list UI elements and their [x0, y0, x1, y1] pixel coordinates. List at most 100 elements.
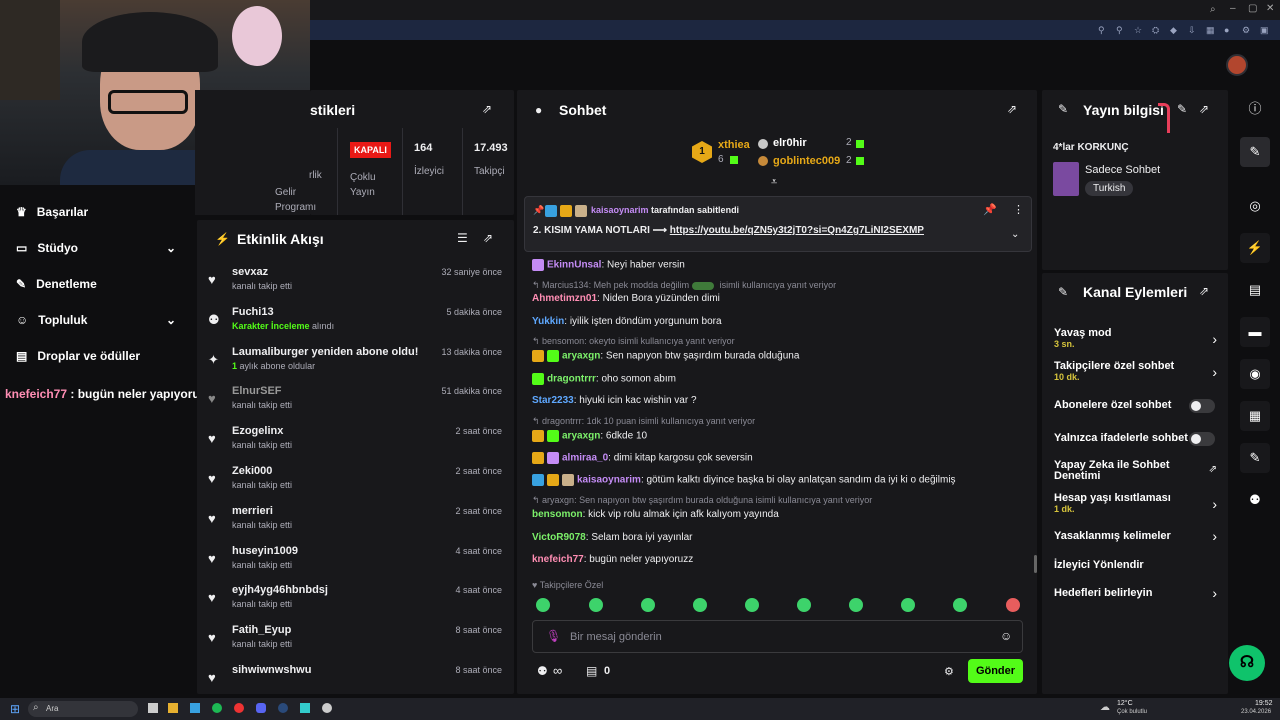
action-host-viewers[interactable]: İzleyici Yönlendir — [1054, 559, 1219, 573]
popout-icon[interactable]: ⇗ — [1007, 102, 1017, 116]
focus-icon[interactable]: ◎ — [1240, 191, 1270, 221]
browser-icon[interactable] — [234, 703, 244, 713]
chat-message[interactable]: bensomon: kick vip rolu almak için afk k… — [532, 509, 779, 520]
tag-chip[interactable]: Turkish — [1085, 181, 1134, 196]
activity-item[interactable]: ♥ Fatih_Eyup kanalı takip etti 8 saat önce — [208, 624, 508, 660]
taskview-icon[interactable] — [148, 703, 158, 713]
activity-item[interactable]: ✦ Laumaliburger yeniden abone oldu! 1 aylı… — [208, 346, 508, 382]
info-icon[interactable]: ⓘ — [1240, 94, 1270, 124]
reply-context[interactable]: ↰ bensomon: okeyto isimli kullanıcıya ya… — [532, 336, 735, 347]
chat-username[interactable]: aryaxgn — [562, 351, 600, 362]
collapse-icon[interactable]: ⩡ — [771, 176, 777, 189]
broadcast-icon[interactable]: ◉ — [1240, 359, 1270, 389]
app-icon[interactable] — [190, 703, 200, 713]
chat-message[interactable]: Yukkin: iyilik işten döndüm yorgunum bor… — [532, 316, 722, 327]
action-ai-moderation[interactable]: Yapay Zeka ile Sohbet Denetimi ⇗ — [1054, 460, 1219, 484]
chat-username[interactable]: VictoR9078 — [532, 532, 586, 543]
menu-item-community[interactable]: ☺ Topluluk ⌄ — [16, 313, 176, 327]
edit-icon[interactable]: ✎ — [1240, 137, 1270, 167]
filter-icon[interactable]: ☰ — [457, 231, 468, 245]
chat-scrollbar[interactable] — [1034, 555, 1037, 573]
minimize-icon[interactable]: – — [1230, 3, 1236, 14]
bolt-icon[interactable]: ⚡ — [1240, 233, 1270, 263]
wrench-icon[interactable]: ✎ — [1240, 443, 1270, 473]
points-icon[interactable]: ⚉ — [537, 664, 548, 678]
chevron-down-icon[interactable]: ⌄ — [1011, 229, 1019, 240]
chat-message[interactable]: VictoR9078: Selam bora iyi yayınlar — [532, 532, 692, 543]
activity-item[interactable]: ♥ sevxaz kanalı takip etti 32 saniye önce — [208, 266, 508, 302]
chat-username[interactable]: knefeich77 — [532, 554, 584, 565]
emote-icon[interactable] — [1006, 598, 1020, 612]
activity-item[interactable]: ♥ Ezogelinx kanalı takip etti 2 saat önce — [208, 425, 508, 461]
action-set-goals[interactable]: Hedefleri belirleyin › — [1054, 585, 1219, 601]
activity-username[interactable]: Laumaliburger yeniden abone oldu! — [232, 346, 418, 358]
chat-username[interactable]: aryaxgn — [562, 431, 600, 442]
chat-input-box[interactable]: 🎙 Bir mesaj gönderin ☺ — [532, 620, 1023, 653]
menu-item-moderation[interactable]: ✎ Denetleme — [16, 277, 97, 291]
activity-username[interactable]: eyjh4yg46hbnbdsj — [232, 584, 328, 596]
activity-item[interactable]: ⚉ Fuchi13 Karakter İnceleme alındı 5 dakika… — [208, 306, 508, 342]
activity-username[interactable]: sevxaz — [232, 266, 268, 278]
action-account-age[interactable]: Hesap yaşı kısıtlaması 1 dk. › — [1054, 492, 1219, 516]
chat-username[interactable]: EkinnUnsal — [547, 260, 601, 271]
chat-message[interactable]: dragontrrr: oho somon abım — [532, 373, 676, 385]
emote-icon[interactable] — [693, 598, 707, 612]
chat-username[interactable]: dragontrrr — [547, 374, 596, 385]
close-icon[interactable]: ✕ — [1266, 3, 1274, 14]
store-icon[interactable]: ▤ — [586, 664, 597, 678]
activity-username[interactable]: sihwiwnwshwu — [232, 664, 311, 676]
menu-item-achievements[interactable]: ♛ Başarılar — [16, 205, 88, 219]
leader-name[interactable]: goblintec009 — [773, 155, 840, 167]
support-button[interactable]: ☊ — [1229, 645, 1265, 681]
avatar[interactable] — [1226, 54, 1248, 76]
chat-message[interactable]: aryaxgn: Sen napıyon btw şaşırdım burada… — [532, 350, 799, 362]
action-banned-words[interactable]: Yasaklanmış kelimeler › — [1054, 528, 1219, 544]
send-button[interactable]: Gönder — [968, 659, 1023, 683]
chat-input[interactable]: Bir mesaj gönderin — [570, 631, 662, 643]
reply-context[interactable]: ↰ dragontrrr: 1dk 10 puan isimli kullanı… — [532, 416, 755, 427]
chat-message[interactable]: kaisaoynarim: götüm kalktı diyince başka… — [532, 474, 956, 486]
emote-icon[interactable] — [901, 598, 915, 612]
activity-username[interactable]: Zeki000 — [232, 465, 272, 477]
steam-icon[interactable] — [278, 703, 288, 713]
search-icon[interactable]: ⌕ — [1210, 4, 1216, 15]
chat-username[interactable]: Star2233 — [532, 395, 574, 406]
emoji-icon[interactable]: ☺ — [1000, 629, 1012, 643]
emote-icon[interactable] — [589, 598, 603, 612]
popout-icon[interactable]: ⇗ — [483, 231, 493, 245]
activity-username[interactable]: Ezogelinx — [232, 425, 283, 437]
activity-username[interactable]: Fuchi13 — [232, 306, 274, 318]
activity-item[interactable]: ♥ ElnurSEF kanalı takip etti 51 dakika önce — [208, 385, 508, 421]
windows-start-icon[interactable]: ⊞ — [10, 702, 20, 716]
popout-icon[interactable]: ⇗ — [1199, 284, 1209, 298]
gear-icon[interactable]: ⚙ — [944, 665, 954, 678]
activity-item[interactable]: ♥ eyjh4yg46hbnbdsj kanalı takip etti 4 saat… — [208, 584, 508, 620]
chat-username[interactable]: Yukkin — [532, 316, 564, 327]
action-followers-only[interactable]: Takipçilere özel sohbet 10 dk. › — [1054, 360, 1219, 384]
reply-context[interactable]: ↰ aryaxgn: Sen napıyon btw şaşırdım bura… — [532, 495, 872, 506]
taskbar-search[interactable]: ⌕ Ara — [28, 701, 138, 717]
emote-icon[interactable] — [953, 598, 967, 612]
action-slow-mode[interactable]: Yavaş mod 3 sn. › — [1054, 327, 1219, 351]
document-icon[interactable]: ▤ — [1240, 275, 1270, 305]
reply-context[interactable]: ↰ Marcius134: Meh pek modda değilim isim… — [532, 280, 836, 291]
discord-icon[interactable] — [256, 703, 266, 713]
chat-username[interactable]: bensomon — [532, 509, 583, 520]
category-thumbnail[interactable] — [1053, 162, 1079, 196]
chat-message[interactable]: almiraa_0: dimi kitap kargosu çok severs… — [532, 452, 753, 464]
more-icon[interactable]: ⋮ — [1013, 203, 1024, 216]
menu-item-studio[interactable]: ▭ Stüdyo ⌄ — [16, 241, 176, 255]
emote-icon[interactable] — [797, 598, 811, 612]
chat-username[interactable]: kaisaoynarim — [577, 475, 641, 486]
chat-username[interactable]: Ahmetimzn01 — [532, 293, 597, 304]
activity-username[interactable]: merrieri — [232, 505, 273, 517]
folder-icon[interactable] — [168, 703, 178, 713]
chat-message[interactable]: EkinnUnsal: Neyi haber versin — [532, 259, 685, 271]
layout-icon[interactable]: ▦ — [1240, 401, 1270, 431]
spotify-icon[interactable] — [212, 703, 222, 713]
chat-message[interactable]: aryaxgn: 6dkde 10 — [532, 430, 647, 442]
points-icon[interactable]: ⚉ — [1240, 485, 1270, 515]
emote-icon[interactable] — [745, 598, 759, 612]
activity-username[interactable]: huseyin1009 — [232, 545, 298, 557]
chat-message[interactable]: Star2233: hiyuki icin kac wishin var ? — [532, 395, 697, 406]
